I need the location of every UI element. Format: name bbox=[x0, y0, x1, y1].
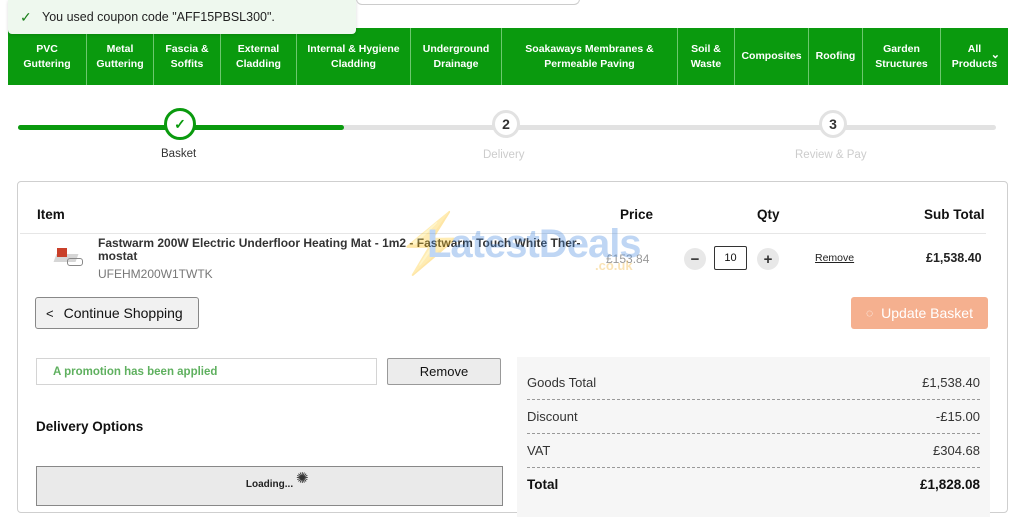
discount-label: Discount bbox=[527, 409, 578, 424]
nav-item-external-cladding[interactable]: External Cladding bbox=[221, 28, 297, 85]
cable-shape bbox=[67, 258, 83, 266]
refresh-icon: ◌ bbox=[866, 306, 874, 320]
goods-total-value: £1,538.40 bbox=[922, 375, 980, 390]
vat-label: VAT bbox=[527, 443, 551, 458]
nav-item-fascia-soffits[interactable]: Fascia & Soffits bbox=[154, 28, 221, 85]
step-review-label: Review & Pay bbox=[795, 149, 867, 161]
remove-promo-button[interactable]: Remove bbox=[387, 358, 501, 385]
chevron-down-icon: ⌄ bbox=[990, 49, 1000, 61]
nav-item-composites[interactable]: Composites bbox=[735, 28, 809, 85]
total-label: Total bbox=[527, 477, 559, 492]
coupon-toast: ✓ You used coupon code "AFF15PBSL300". bbox=[8, 0, 356, 34]
product-thumbnail[interactable] bbox=[53, 246, 83, 268]
category-nav: PVC Guttering Metal Guttering Fascia & S… bbox=[8, 28, 1008, 85]
summary-row-goods: Goods Total £1,538.40 bbox=[527, 366, 980, 400]
watermark-domain: .co.uk bbox=[595, 258, 633, 273]
loading-text: Loading... bbox=[245, 479, 294, 490]
chevron-left-icon: < bbox=[46, 305, 54, 321]
check-icon: ✓ bbox=[174, 115, 186, 132]
update-basket-label: Update Basket bbox=[881, 305, 973, 321]
nav-item-all-products[interactable]: All Products ⌄ bbox=[941, 28, 1008, 85]
nav-item-internal-hygiene-cladding[interactable]: Internal & Hygiene Cladding bbox=[297, 28, 411, 85]
delivery-options-title: Delivery Options bbox=[36, 419, 144, 434]
nav-item-soil-waste[interactable]: Soil & Waste bbox=[678, 28, 735, 85]
total-value: £1,828.08 bbox=[919, 477, 980, 492]
qty-increase-button[interactable]: + bbox=[757, 248, 779, 270]
vat-value: £304.68 bbox=[933, 443, 980, 458]
update-basket-button[interactable]: ◌ Update Basket bbox=[851, 297, 988, 329]
step-basket-circle: ✓ bbox=[164, 108, 196, 140]
thermostat-shape bbox=[57, 248, 67, 257]
continue-shopping-label: Continue Shopping bbox=[63, 305, 183, 321]
nav-item-metal-guttering[interactable]: Metal Guttering bbox=[87, 28, 154, 85]
search-input[interactable] bbox=[356, 0, 580, 5]
step-review-circle: 3 bbox=[819, 110, 847, 138]
column-header-item: Item bbox=[37, 207, 65, 222]
summary-row-vat: VAT £304.68 bbox=[527, 434, 980, 468]
summary-row-total: Total £1,828.08 bbox=[527, 468, 980, 501]
nav-item-pvc-guttering[interactable]: PVC Guttering bbox=[8, 28, 87, 85]
nav-item-soakaways[interactable]: Soakaways Membranes & Permeable Paving bbox=[502, 28, 678, 85]
nav-item-garden-structures[interactable]: Garden Structures bbox=[863, 28, 941, 85]
product-sku: UFEHM200W1TWTK bbox=[98, 267, 213, 281]
qty-decrease-button[interactable]: − bbox=[684, 248, 706, 270]
step-basket-label: Basket bbox=[161, 148, 197, 160]
order-summary: Goods Total £1,538.40 Discount -£15.00 V… bbox=[517, 357, 990, 517]
toast-message: You used coupon code "AFF15PBSL300". bbox=[42, 10, 275, 24]
summary-row-discount: Discount -£15.00 bbox=[527, 400, 980, 434]
column-header-subtotal: Sub Total bbox=[924, 207, 985, 222]
discount-value: -£15.00 bbox=[935, 409, 980, 424]
qty-input[interactable]: 10 bbox=[714, 246, 747, 270]
promo-message: A promotion has been applied bbox=[53, 365, 218, 378]
line-subtotal: £1,538.40 bbox=[926, 251, 982, 265]
goods-total-label: Goods Total bbox=[527, 375, 597, 390]
nav-item-roofing[interactable]: Roofing bbox=[809, 28, 863, 85]
delivery-loading-panel: ✺ Loading... bbox=[36, 466, 503, 506]
nav-item-underground-drainage[interactable]: Underground Drainage bbox=[411, 28, 502, 85]
step-delivery-circle: 2 bbox=[492, 110, 520, 138]
watermark: ⚡ LatestDeals .co.uk bbox=[395, 212, 657, 282]
remove-item-link[interactable]: Remove bbox=[815, 252, 854, 264]
loading-spinner-icon: ✺ bbox=[296, 470, 309, 487]
check-icon: ✓ bbox=[20, 8, 32, 25]
promo-status-field: A promotion has been applied bbox=[36, 358, 377, 385]
step-delivery-label: Delivery bbox=[483, 149, 525, 161]
column-header-qty: Qty bbox=[757, 207, 780, 222]
continue-shopping-button[interactable]: < Continue Shopping bbox=[35, 297, 199, 329]
